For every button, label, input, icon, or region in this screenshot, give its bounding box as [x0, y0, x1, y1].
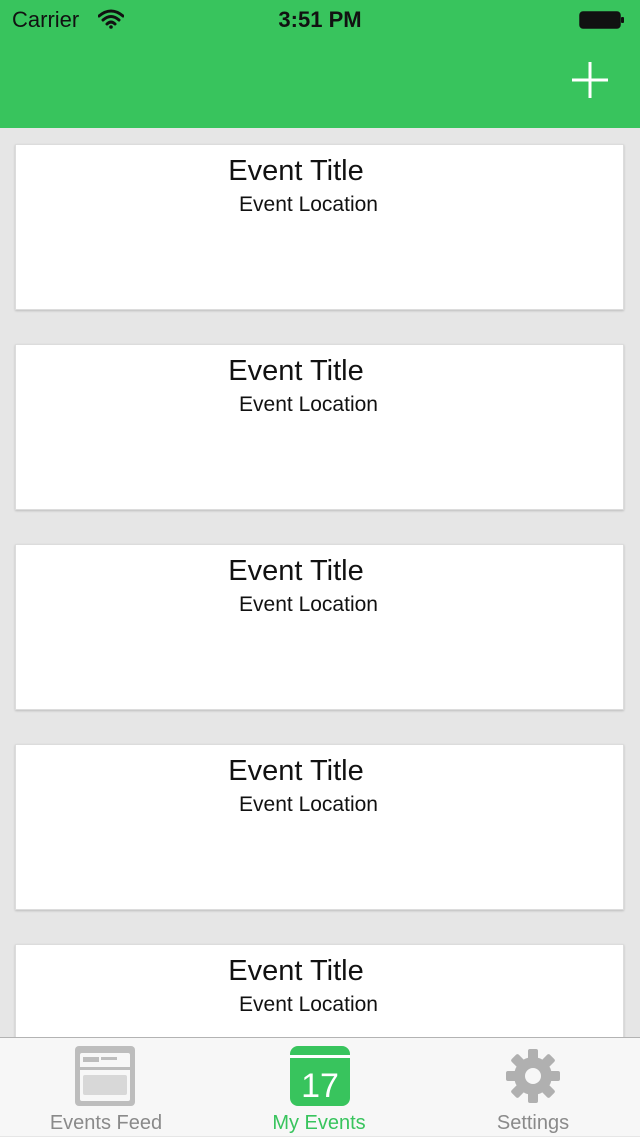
event-location: Event Location: [239, 793, 378, 816]
event-title: Event Title: [228, 155, 364, 187]
event-location: Event Location: [239, 193, 378, 216]
status-time: 3:51 PM: [278, 7, 362, 32]
event-location: Event Location: [239, 593, 378, 616]
event-card[interactable]: Event Title Event Location: [15, 744, 624, 910]
plus-icon: [572, 62, 608, 98]
event-title: Event Title: [228, 555, 364, 587]
tab-my-events[interactable]: 17 My Events: [212, 1038, 426, 1137]
battery-icon: [579, 11, 624, 29]
status-bar: Carrier 3:51 PM: [0, 0, 640, 40]
newsfeed-icon: [75, 1046, 135, 1106]
event-card[interactable]: Event Title Event Location: [15, 344, 624, 510]
events-list[interactable]: Event Title Event Location Event Title E…: [0, 128, 640, 1037]
event-title: Event Title: [228, 355, 364, 387]
tab-bar: Events Feed 17 My Events Settings: [0, 1037, 640, 1136]
calendar-icon: 17: [290, 1046, 350, 1106]
tab-label: Settings: [496, 1112, 570, 1134]
tab-events-feed[interactable]: Events Feed: [0, 1038, 212, 1137]
tab-label: Events Feed: [49, 1112, 163, 1134]
add-event-button[interactable]: [566, 56, 614, 104]
event-card[interactable]: Event Title Event Location: [15, 544, 624, 710]
event-title: Event Title: [228, 755, 364, 787]
tab-label: My Events: [272, 1112, 366, 1134]
event-card[interactable]: Event Title Event Location: [15, 944, 624, 1037]
calendar-date: 17: [301, 1067, 339, 1105]
event-location: Event Location: [239, 993, 378, 1016]
event-card[interactable]: Event Title Event Location: [15, 144, 624, 310]
tab-settings[interactable]: Settings: [426, 1038, 640, 1137]
event-location: Event Location: [239, 393, 378, 416]
gear-icon: [506, 1049, 560, 1103]
nav-bar: Carrier 3:51 PM: [0, 0, 640, 128]
event-title: Event Title: [228, 955, 364, 987]
